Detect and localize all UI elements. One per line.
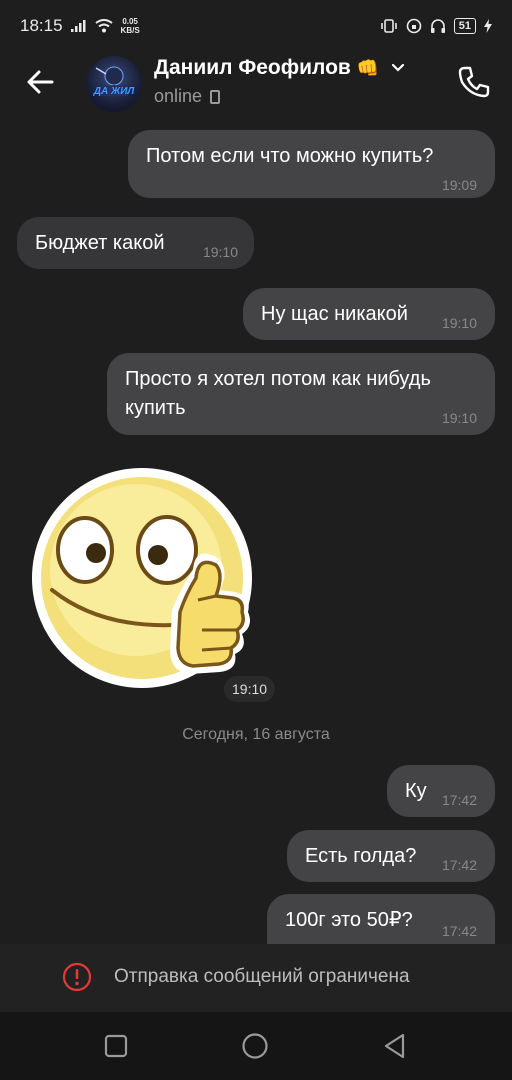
message-bubble-outgoing[interactable]: Ку 17:42 [387,765,495,817]
avatar-figure-icon [95,66,128,96]
message-bubble-outgoing[interactable]: Просто я хотел потом как нибудь купить 1… [107,353,495,435]
thumbs-up-smiley-sticker[interactable] [30,450,270,700]
status-bar: 18:15 0.05 KB/S 51 [0,0,512,52]
date-separator: Сегодня, 16 августа [182,726,330,743]
message-text: Ку [405,780,427,802]
back-arrow-icon[interactable] [24,66,56,98]
contact-name: Даниил Феофилов [154,56,351,79]
vibrate-icon [380,19,397,33]
message-time: 19:10 [441,315,477,331]
restriction-text: Отправка сообщений ограничена [114,966,410,987]
message-text: 100г это 50₽? [285,909,413,931]
system-navigation-bar [0,1012,512,1080]
message-text: Просто я хотел потом как нибудь купить [125,368,431,419]
chevron-down-icon[interactable] [391,61,405,75]
message-text: Ну щас никакой [261,303,408,325]
message-time: 19:10 [202,244,238,260]
headphones-icon [430,19,445,33]
phone-call-icon[interactable] [456,64,492,100]
fist-emoji: 👊 [356,57,380,78]
charging-icon [484,19,492,33]
message-bubble-outgoing[interactable]: Есть голда? 17:42 [287,830,495,882]
circle-nav-icon[interactable] [241,1032,269,1060]
square-nav-icon[interactable] [102,1032,130,1060]
message-bubble-incoming[interactable]: Бюджет какой 19:10 [17,217,254,269]
chat-header: ДА ЖИЛ Даниил Феофилов 👊 online [0,52,512,116]
signal-icon [70,20,86,32]
battery-icon: 51 [453,18,476,34]
mobile-device-icon [210,89,221,104]
wifi-icon [94,19,113,33]
online-status: online [154,86,203,106]
sticker-time: 19:10 [224,676,276,702]
message-text: Есть голда? [305,845,417,867]
clock: 18:15 [20,16,63,35]
message-time: 19:09 [441,177,477,193]
messaging-restricted-banner: Отправка сообщений ограничена [0,944,512,1012]
avatar-logo-text: ДА ЖИЛ [93,86,135,97]
message-bubble-outgoing[interactable]: 100г это 50₽? 17:42 [267,894,495,944]
triangle-back-nav-icon[interactable] [381,1032,409,1060]
network-speed: 0.05 KB/S [120,17,140,35]
message-time: 17:42 [441,857,477,873]
alarm-icon [406,18,422,34]
message-time: 19:10 [441,410,477,426]
contact-status: online [154,86,221,107]
message-bubble-outgoing[interactable]: Потом если что можно купить? 19:09 [128,130,495,198]
contact-name-row[interactable]: Даниил Феофилов 👊 [154,56,405,80]
avatar[interactable]: ДА ЖИЛ [86,56,142,112]
message-bubble-outgoing[interactable]: Ну щас никакой 19:10 [243,288,495,340]
message-time: 17:42 [441,792,477,808]
exclamation-circle-icon [62,962,92,992]
message-time: 17:42 [441,923,477,939]
message-text: Бюджет какой [35,232,165,254]
message-text: Потом если что можно купить? [146,145,434,167]
